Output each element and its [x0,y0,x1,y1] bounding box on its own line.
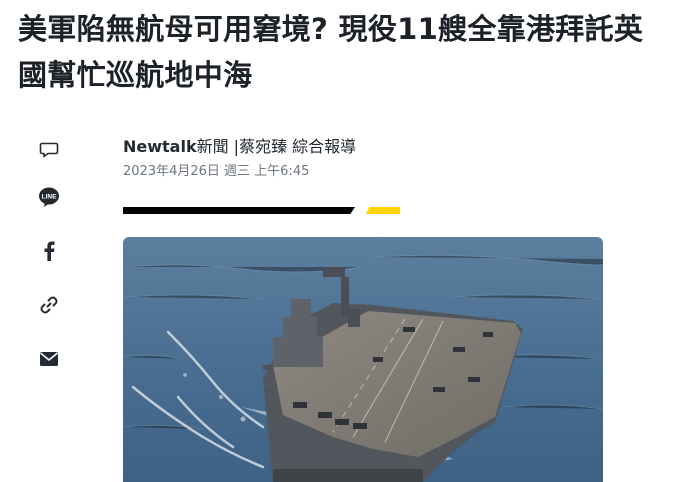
line-share-button[interactable]: LINE [32,180,66,214]
comment-icon [39,142,59,158]
publisher-brand[interactable]: Newtalk [123,137,197,156]
divider-bar [123,207,355,214]
article-headline: 美軍陷無航母可用窘境? 現役11艘全靠港拜託英國幫忙巡航地中海 [18,12,644,92]
hero-image[interactable] [123,237,603,482]
mail-icon [39,352,59,366]
article-byline: Newtalk新聞 |蔡宛臻 綜合報導 [123,136,356,158]
email-share-button[interactable] [32,342,66,376]
line-icon: LINE [39,187,59,207]
link-icon [40,296,58,314]
svg-text:LINE: LINE [42,194,57,201]
aircraft-carrier-photo [123,237,603,482]
copy-link-button[interactable] [32,288,66,322]
comment-button[interactable] [32,132,66,166]
divider-accent [366,207,400,214]
facebook-share-button[interactable] [32,234,66,268]
article-timestamp: 2023年4月26日 週三 上午6:45 [123,164,310,179]
byline-author: 新聞 |蔡宛臻 綜合報導 [196,137,357,156]
facebook-icon [44,241,55,261]
